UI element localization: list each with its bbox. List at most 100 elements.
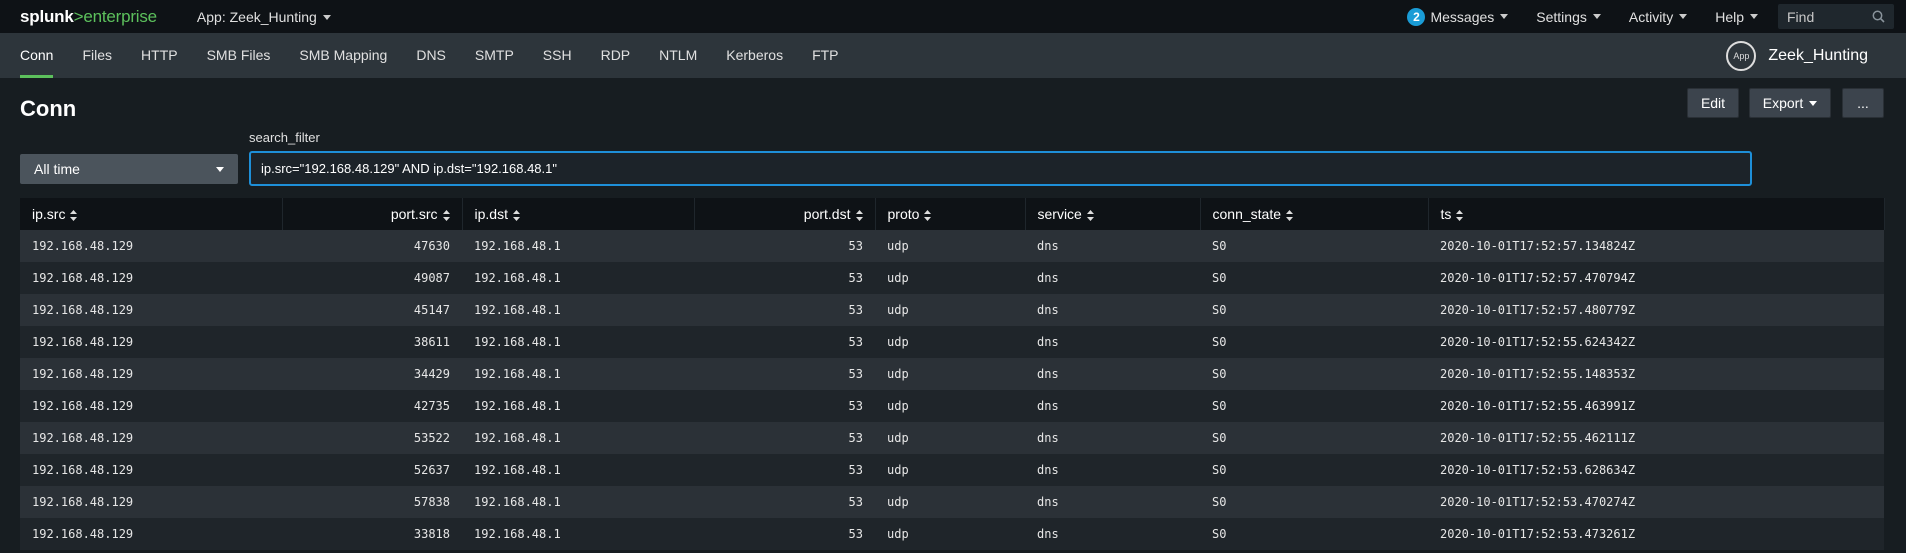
cell-conn-state[interactable]: S0 (1200, 294, 1428, 326)
app-badge[interactable]: App Zeek_Hunting (1726, 41, 1868, 71)
cell-conn-state[interactable]: S0 (1200, 358, 1428, 390)
cell-ip-dst[interactable]: 192.168.48.1 (462, 454, 694, 486)
cell-conn-state[interactable]: S0 (1200, 230, 1428, 262)
cell-ip-dst[interactable]: 192.168.48.1 (462, 230, 694, 262)
cell-ip-dst[interactable]: 192.168.48.1 (462, 262, 694, 294)
cell-ip-dst[interactable]: 192.168.48.1 (462, 326, 694, 358)
cell-proto[interactable]: udp (875, 326, 1025, 358)
cell-service[interactable]: dns (1025, 262, 1200, 294)
tab-http[interactable]: HTTP (141, 33, 178, 78)
cell-proto[interactable]: udp (875, 454, 1025, 486)
tab-files[interactable]: Files (82, 33, 112, 78)
cell-ip-src[interactable]: 192.168.48.129 (20, 390, 282, 422)
cell-ip-src[interactable]: 192.168.48.129 (20, 294, 282, 326)
cell-ip-dst[interactable]: 192.168.48.1 (462, 486, 694, 518)
table-row[interactable]: 192.168.48.129 34429 192.168.48.1 53 udp dns S… (20, 358, 1884, 390)
cell-ts[interactable]: 2020-10-01T17:52:55.148353Z (1428, 358, 1884, 390)
edit-button[interactable]: Edit (1687, 88, 1739, 118)
cell-port-src[interactable]: 47630 (282, 230, 462, 262)
table-row[interactable]: 192.168.48.129 47630 192.168.48.1 53 udp dns S… (20, 230, 1884, 262)
cell-proto[interactable]: udp (875, 230, 1025, 262)
column-header-ip-src[interactable]: ip.src (20, 198, 283, 230)
column-header-port-dst[interactable]: port.dst (694, 198, 876, 230)
settings-menu[interactable]: Settings (1536, 9, 1601, 25)
cell-port-dst[interactable]: 53 (694, 486, 875, 518)
cell-port-src[interactable]: 52637 (282, 454, 462, 486)
cell-ip-src[interactable]: 192.168.48.129 (20, 486, 282, 518)
find-input[interactable] (1779, 7, 1869, 26)
search-icon[interactable] (1872, 10, 1885, 23)
cell-port-dst[interactable]: 53 (694, 294, 875, 326)
cell-port-src[interactable]: 33818 (282, 518, 462, 550)
column-header-proto[interactable]: proto (875, 198, 1026, 230)
cell-ip-src[interactable]: 192.168.48.129 (20, 518, 282, 550)
cell-port-src[interactable]: 49087 (282, 262, 462, 294)
cell-service[interactable]: dns (1025, 294, 1200, 326)
cell-conn-state[interactable]: S0 (1200, 262, 1428, 294)
tab-smb-files[interactable]: SMB Files (207, 33, 271, 78)
cell-proto[interactable]: udp (875, 518, 1025, 550)
table-row[interactable]: 192.168.48.129 49087 192.168.48.1 53 udp dns S… (20, 262, 1884, 294)
cell-port-dst[interactable]: 53 (694, 422, 875, 454)
cell-port-src[interactable]: 57838 (282, 486, 462, 518)
cell-port-dst[interactable]: 53 (694, 230, 875, 262)
cell-service[interactable]: dns (1025, 518, 1200, 550)
cell-port-src[interactable]: 53522 (282, 422, 462, 454)
tab-smtp[interactable]: SMTP (475, 33, 514, 78)
cell-ip-src[interactable]: 192.168.48.129 (20, 326, 282, 358)
cell-ts[interactable]: 2020-10-01T17:52:55.463991Z (1428, 390, 1884, 422)
cell-port-dst[interactable]: 53 (694, 518, 875, 550)
cell-proto[interactable]: udp (875, 262, 1025, 294)
tab-smb-mapping[interactable]: SMB Mapping (299, 33, 387, 78)
app-menu[interactable]: App: Zeek_Hunting (197, 9, 331, 25)
cell-ts[interactable]: 2020-10-01T17:52:57.480779Z (1428, 294, 1884, 326)
table-row[interactable]: 192.168.48.129 33818 192.168.48.1 53 udp dns S… (20, 518, 1884, 550)
cell-conn-state[interactable]: S0 (1200, 486, 1428, 518)
more-actions-button[interactable]: ... (1842, 88, 1884, 118)
activity-menu[interactable]: Activity (1629, 9, 1688, 25)
cell-ts[interactable]: 2020-10-01T17:52:53.628634Z (1428, 454, 1884, 486)
search-filter-input[interactable] (249, 151, 1752, 186)
cell-proto[interactable]: udp (875, 390, 1025, 422)
cell-proto[interactable]: udp (875, 486, 1025, 518)
cell-port-dst[interactable]: 53 (694, 390, 875, 422)
help-menu[interactable]: Help (1715, 9, 1758, 25)
table-row[interactable]: 192.168.48.129 52637 192.168.48.1 53 udp dns S… (20, 454, 1884, 486)
cell-conn-state[interactable]: S0 (1200, 390, 1428, 422)
table-row[interactable]: 192.168.48.129 42735 192.168.48.1 53 udp dns S… (20, 390, 1884, 422)
cell-port-dst[interactable]: 53 (694, 454, 875, 486)
splunk-logo[interactable]: splunk>enterprise (20, 7, 157, 27)
tab-rdp[interactable]: RDP (601, 33, 631, 78)
cell-ip-src[interactable]: 192.168.48.129 (20, 454, 282, 486)
column-header-ip-dst[interactable]: ip.dst (462, 198, 695, 230)
cell-port-dst[interactable]: 53 (694, 358, 875, 390)
export-button[interactable]: Export (1749, 88, 1831, 118)
cell-service[interactable]: dns (1025, 358, 1200, 390)
cell-service[interactable]: dns (1025, 390, 1200, 422)
cell-ip-src[interactable]: 192.168.48.129 (20, 230, 282, 262)
table-row[interactable]: 192.168.48.129 45147 192.168.48.1 53 udp dns S… (20, 294, 1884, 326)
cell-port-src[interactable]: 45147 (282, 294, 462, 326)
tab-ssh[interactable]: SSH (543, 33, 572, 78)
column-header-ts[interactable]: ts (1428, 198, 1885, 230)
cell-port-dst[interactable]: 53 (694, 262, 875, 294)
column-header-service[interactable]: service (1025, 198, 1201, 230)
cell-ts[interactable]: 2020-10-01T17:52:57.134824Z (1428, 230, 1884, 262)
cell-service[interactable]: dns (1025, 486, 1200, 518)
cell-ts[interactable]: 2020-10-01T17:52:55.462111Z (1428, 422, 1884, 454)
cell-proto[interactable]: udp (875, 358, 1025, 390)
cell-ts[interactable]: 2020-10-01T17:52:55.624342Z (1428, 326, 1884, 358)
cell-port-src[interactable]: 38611 (282, 326, 462, 358)
cell-ts[interactable]: 2020-10-01T17:52:53.470274Z (1428, 486, 1884, 518)
cell-ip-dst[interactable]: 192.168.48.1 (462, 358, 694, 390)
tab-dns[interactable]: DNS (416, 33, 446, 78)
cell-service[interactable]: dns (1025, 422, 1200, 454)
cell-port-src[interactable]: 42735 (282, 390, 462, 422)
table-row[interactable]: 192.168.48.129 38611 192.168.48.1 53 udp dns S… (20, 326, 1884, 358)
cell-service[interactable]: dns (1025, 326, 1200, 358)
cell-conn-state[interactable]: S0 (1200, 454, 1428, 486)
cell-service[interactable]: dns (1025, 454, 1200, 486)
cell-proto[interactable]: udp (875, 294, 1025, 326)
cell-ip-dst[interactable]: 192.168.48.1 (462, 422, 694, 454)
column-header-conn-state[interactable]: conn_state (1200, 198, 1429, 230)
